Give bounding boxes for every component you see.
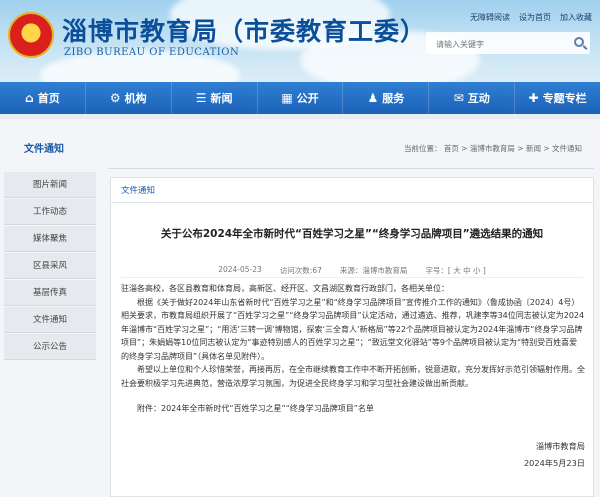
search-input[interactable] <box>426 33 566 56</box>
sidebar-item-announcement[interactable]: 公示公告 <box>4 334 96 360</box>
font-size-control[interactable]: 字号：[ 大 中 小 ] <box>425 265 485 276</box>
add-favorite-link[interactable]: 加入收藏 <box>560 12 592 23</box>
article-title: 关于公布2024年全市新时代“百姓学习之星”“终身学习品牌项目”遴选结果的通知 <box>160 228 544 240</box>
top-links: 无障碍阅读 设为首页 加入收藏 <box>470 12 592 23</box>
sidebar-title: 文件通知 <box>24 144 64 155</box>
breadcrumb[interactable]: 当前位置： 首页 > 淄博市教育局 > 新闻 > 文件通知 <box>404 143 582 154</box>
publish-date: 2024-05-23 <box>218 265 262 274</box>
sidebar-list: 图片新闻 工作动态 媒体聚焦 区县采风 基层传真 文件通知 公示公告 <box>4 172 96 360</box>
sidebar-item-photo-news[interactable]: 图片新闻 <box>4 172 96 198</box>
nav-news[interactable]: ☰ 新闻 <box>172 82 258 114</box>
search-icon[interactable] <box>574 37 584 47</box>
nav-home[interactable]: ⌂ 首页 <box>0 82 86 114</box>
nav-label: 公开 <box>296 92 319 105</box>
nav-institution[interactable]: ⚙ 机构 <box>86 82 172 114</box>
site-header: ★ 淄博市教育局（市委教育工委） ZIBO BUREAU OF EDUCATIO… <box>0 0 600 82</box>
open-icon: ▦ <box>281 91 293 105</box>
attachment-link[interactable]: 附件：2024年全市新时代“百姓学习之星”“终身学习品牌项目”名单 <box>121 402 585 416</box>
home-icon: ⌂ <box>25 91 34 105</box>
article-body: 驻淄各高校，各区县教育和体育局，高新区、经开区、文昌湖区教育行政部门，各相关单位… <box>121 282 585 416</box>
institution-icon: ⚙ <box>109 91 121 105</box>
set-homepage-link[interactable]: 设为首页 <box>519 12 551 23</box>
topic-icon: ✚ <box>528 91 539 105</box>
service-icon: ♟ <box>367 91 379 105</box>
sidebar-item-media-focus[interactable]: 媒体聚焦 <box>4 226 96 252</box>
national-emblem-icon: ★ <box>8 12 54 58</box>
site-subtitle: ZIBO BUREAU OF EDUCATION <box>64 47 240 58</box>
sidebar-item-grassroots[interactable]: 基层传真 <box>4 280 96 306</box>
sidebar: 文件通知 图片新闻 工作动态 媒体聚焦 区县采风 基层传真 文件通知 公示公告 <box>4 135 100 361</box>
paragraph: 根据《关于做好2024年山东省新时代“百姓学习之星”和“终身学习品牌项目”宣传推… <box>121 297 585 361</box>
interact-icon: ✉ <box>453 91 464 105</box>
search-box <box>426 32 590 56</box>
tab-divider <box>111 202 593 203</box>
signature: 淄博市教育局 <box>535 441 585 451</box>
nav-label: 机构 <box>124 92 147 105</box>
view-count: 访问次数:67 <box>279 266 322 275</box>
paragraph: 希望以上单位和个人珍惜荣誉，再接再厉，在全市继续教育工作中不断开拓创新，锐意进取… <box>121 365 585 388</box>
meta-divider <box>121 277 583 278</box>
main-nav: ⌂ 首页 ⚙ 机构 ☰ 新闻 ▦ 公开 ♟ 服务 ✉ 互动 ✚ 专题专栏 <box>0 82 600 114</box>
article-meta: 2024-05-23 访问次数:67 来源：淄博市教育局 字号：[ 大 中 小 … <box>111 265 593 276</box>
news-icon: ☰ <box>195 91 207 105</box>
content-divider <box>108 168 594 169</box>
nav-label: 新闻 <box>210 92 233 105</box>
accessibility-link[interactable]: 无障碍阅读 <box>470 12 510 23</box>
site-title[interactable]: 淄博市教育局（市委教育工委） <box>62 12 426 48</box>
article-category-tab[interactable]: 文件通知 <box>121 184 155 196</box>
sidebar-item-work-news[interactable]: 工作动态 <box>4 199 96 225</box>
sidebar-item-file-notice[interactable]: 文件通知 <box>4 307 96 333</box>
nav-topic[interactable]: ✚ 专题专栏 <box>515 82 600 114</box>
sign-date: 2024年5月23日 <box>523 458 585 468</box>
article-panel: 文件通知 关于公布2024年全市新时代“百姓学习之星”“终身学习品牌项目”遴选结… <box>110 177 594 497</box>
article-source: 来源：淄博市教育局 <box>339 266 408 275</box>
nav-label: 互动 <box>467 92 490 105</box>
nav-interact[interactable]: ✉ 互动 <box>429 82 516 114</box>
salutation: 驻淄各高校，各区县教育和体育局，高新区、经开区、文昌湖区教育行政部门，各相关单位… <box>121 284 449 293</box>
nav-open[interactable]: ▦ 公开 <box>258 82 344 114</box>
nav-label: 服务 <box>382 92 405 105</box>
nav-divider <box>0 114 600 119</box>
nav-label: 专题专栏 <box>542 92 587 105</box>
nav-label: 首页 <box>37 92 60 105</box>
sidebar-item-district-news[interactable]: 区县采风 <box>4 253 96 279</box>
nav-service[interactable]: ♟ 服务 <box>343 82 430 114</box>
